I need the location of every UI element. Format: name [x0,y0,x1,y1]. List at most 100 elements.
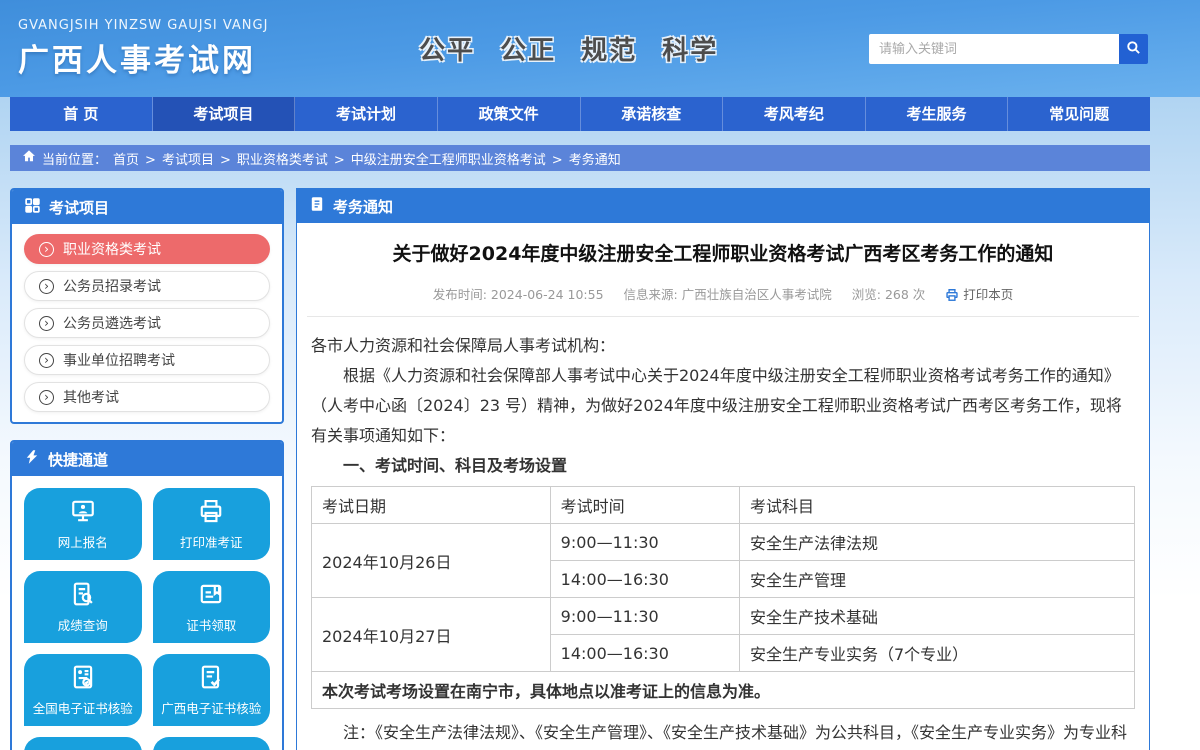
quick-channel-panel: 快捷通道 网上报名 打印准考证成绩查询证书领取全国电子证书核验 广西电子证书核验 [10,440,284,750]
content-panel: 考务通知 关于做好2024年度中级注册安全工程师职业资格考试广西考区考务工作的通… [296,188,1150,750]
nav-item-5[interactable]: 考风考纪 [723,97,866,131]
breadcrumb-item[interactable]: 首页 [113,153,139,168]
sidebar-item[interactable]: ›其他考试 [24,382,270,412]
circle-arrow-icon: › [39,316,54,331]
table-row: 2024年10月26日9:00—11:30安全生产法律法规 [312,524,1135,561]
breadcrumb-item[interactable]: 考试项目 [162,153,214,168]
main-nav: 首 页考试项目考试计划政策文件承诺核查考风考纪考生服务常见问题 [10,97,1150,131]
exam-panel-header: 考试项目 [12,190,282,224]
table-header-cell: 考试科目 [739,487,1134,524]
quick-button[interactable]: 全国电子证书核验 [24,654,142,726]
grid-icon [24,197,41,218]
quick-button-label: 网上报名 [58,532,108,551]
circle-arrow-icon: › [39,390,54,405]
article-meta: 发布时间: 2024-06-24 10:55 信息来源: 广西壮族自治区人事考试… [311,284,1135,303]
exam-date-cell: 2024年10月26日 [312,524,551,598]
sidebar-item-label: 职业资格类考试 [63,239,161,259]
nav-item-1[interactable]: 考试项目 [153,97,296,131]
exam-time-cell: 14:00—16:30 [550,635,739,672]
quick-button[interactable]: 打印准考证 [153,488,271,560]
article: 关于做好2024年度中级注册安全工程师职业资格考试广西考区考务工作的通知 发布时… [297,223,1149,750]
printer-icon [198,498,224,527]
table-row: 2024年10月27日9:00—11:30安全生产技术基础 [312,598,1135,635]
sidebar-item[interactable]: › 事业单位招聘考试 [24,345,270,375]
quick-button-label: 证书领取 [186,615,236,634]
breadcrumb-separator: > [220,153,231,168]
quick-button[interactable]: 证书领取 [153,571,271,643]
quick-button-label: 打印准考证 [180,532,243,551]
sidebar-item-label: 事业单位招聘考试 [63,350,175,370]
divider [307,316,1139,317]
id-card-check-icon [70,664,96,693]
intro-paragraph: 根据《人力资源和社会保障部人事考试中心关于2024年度中级注册安全工程师职业资格… [311,361,1135,451]
breadcrumb-item[interactable]: 中级注册安全工程师职业资格考试 [351,153,546,168]
breadcrumb-separator: > [334,153,345,168]
doc-search-icon [70,581,96,610]
venue-note-cell: 本次考试考场设置在南宁市，具体地点以准考证上的信息为准。 [312,672,1135,709]
article-title: 关于做好2024年度中级注册安全工程师职业资格考试广西考区考务工作的通知 [311,239,1135,266]
exam-schedule-table: 考试日期考试时间考试科目2024年10月26日9:00—11:30安全生产法律法… [311,486,1135,709]
exam-subject-cell: 安全生产专业实务（7个专业） [739,635,1134,672]
search-input[interactable] [869,34,1119,64]
quick-panel-header: 快捷通道 [12,442,282,476]
publish-time: 发布时间: 2024-06-24 10:55 [433,287,604,302]
search-icon [1126,40,1141,58]
nav-item-7[interactable]: 常见问题 [1008,97,1150,131]
nav-item-2[interactable]: 考试计划 [295,97,438,131]
doc-check-icon [198,664,224,693]
site-logo[interactable]: GVANGJSIH YINZSW GAUJSI VANGJ 广西人事考试网 [10,18,268,80]
quick-panel-title: 快捷通道 [48,449,108,470]
table-footer-row: 本次考试考场设置在南宁市，具体地点以准考证上的信息为准。 [312,672,1135,709]
exam-time-cell: 9:00—11:30 [550,598,739,635]
exam-time-cell: 9:00—11:30 [550,524,739,561]
breadcrumb-separator: > [552,153,563,168]
nav-item-6[interactable]: 考生服务 [866,97,1009,131]
monitor-user-icon [70,498,96,527]
quick-channel-grid: 网上报名 打印准考证成绩查询证书领取全国电子证书核验 广西电子证书核验 [12,476,282,750]
exam-category-panel: 考试项目 ›职业资格类考试›公务员招录考试›公务员遴选考试›事业单位招聘考试›其… [10,188,284,424]
view-count: 浏览: 268 次 [852,287,926,302]
exam-date-cell: 2024年10月27日 [312,598,551,672]
search-button[interactable] [1119,34,1148,64]
section-header: 考务通知 [297,189,1149,223]
sidebar-item[interactable]: ›职业资格类考试 [24,234,270,264]
site-title: 广西人事考试网 [18,35,268,80]
quick-button[interactable]: 广西电子证书核验 [153,654,271,726]
sidebar-item[interactable]: › 公务员遴选考试 [24,308,270,338]
table-header-row: 考试日期考试时间考试科目 [312,487,1135,524]
breadcrumb-item[interactable]: 考务通知 [569,153,621,168]
salutation: 各市人力资源和社会保障局人事考试机构： [311,331,1135,361]
quick-button[interactable]: 网上报名 [24,488,142,560]
print-page-button[interactable]: 打印本页 [945,287,1013,302]
exam-time-cell: 14:00—16:30 [550,561,739,598]
exam-panel-title: 考试项目 [49,197,109,218]
circle-arrow-icon: › [39,353,54,368]
printer-icon [945,287,963,302]
sidebar: 考试项目 ›职业资格类考试›公务员招录考试›公务员遴选考试›事业单位招聘考试›其… [10,188,284,750]
breadcrumb-path: 首页>考试项目>职业资格类考试>中级注册安全工程师职业资格考试>考务通知 [113,149,621,168]
nav-item-3[interactable]: 政策文件 [438,97,581,131]
section-title: 考务通知 [333,196,393,217]
exam-subject-cell: 安全生产法律法规 [739,524,1134,561]
breadcrumb-item[interactable]: 职业资格类考试 [237,153,328,168]
certificate-icon [198,581,224,610]
quick-button-stub[interactable] [24,737,142,750]
exam-subject-cell: 安全生产管理 [739,561,1134,598]
home-icon [22,149,36,167]
nav-item-4[interactable]: 承诺核查 [581,97,724,131]
exam-subject-cell: 安全生产技术基础 [739,598,1134,635]
table-header-cell: 考试日期 [312,487,551,524]
table-header-cell: 考试时间 [550,487,739,524]
sidebar-item-label: 公务员遴选考试 [63,313,161,333]
lightning-icon [24,449,40,469]
note-paragraph: 注：《安全生产法律法规》、《安全生产管理》、《安全生产技术基础》为公共科目，《安… [311,718,1135,750]
quick-button-label: 全国电子证书核验 [33,698,133,717]
section1-heading: 一、考试时间、科目及考场设置 [311,451,1135,481]
document-icon [309,196,325,216]
quick-button[interactable]: 成绩查询 [24,571,142,643]
nav-item-0[interactable]: 首 页 [10,97,153,131]
sidebar-item[interactable]: ›公务员招录考试 [24,271,270,301]
quick-button-stub[interactable] [153,737,271,750]
exam-category-list: ›职业资格类考试›公务员招录考试›公务员遴选考试›事业单位招聘考试›其他考试 [12,224,282,422]
breadcrumb: 当前位置： 首页>考试项目>职业资格类考试>中级注册安全工程师职业资格考试>考务… [10,145,1150,171]
